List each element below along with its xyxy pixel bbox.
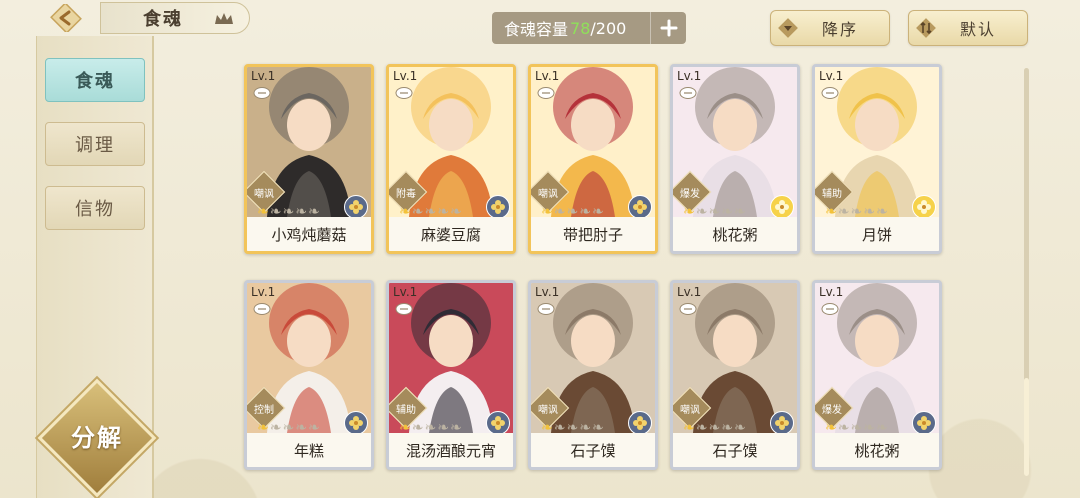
card-name: 麻婆豆腐: [389, 217, 513, 251]
speech-bubble-icon[interactable]: [679, 87, 697, 101]
sort-default-button[interactable]: 默认: [908, 10, 1028, 46]
page-title-tab: 食魂: [100, 2, 250, 34]
card-name: 石子馍: [673, 433, 797, 467]
sidebar-item-label: 食魂: [75, 71, 115, 92]
card[interactable]: Lv.1 嘲讽 ❧ ❧ ❧ ❧ ❧ 石子馍: [528, 280, 658, 470]
flower-badge-icon: [344, 411, 368, 435]
speech-bubble-icon[interactable]: [395, 87, 413, 101]
speech-bubble-icon[interactable]: [537, 303, 555, 317]
scrollbar-thumb[interactable]: [1024, 378, 1029, 476]
flower-badge-icon: [344, 195, 368, 219]
card[interactable]: Lv.1 控制 ❧ ❧ ❧ ❧ ❧ 年糕: [244, 280, 374, 470]
back-arrow-icon: [50, 4, 82, 32]
role-label: 嘲讽: [538, 405, 558, 416]
role-label: 辅助: [396, 405, 416, 416]
card-name: 月饼: [815, 217, 939, 251]
sort-order-button[interactable]: 降序: [770, 10, 890, 46]
capacity-max: /200: [590, 18, 627, 38]
card-name: 石子馍: [531, 433, 655, 467]
sidebar-item-label: 信物: [75, 199, 115, 220]
sidebar-item-label: 调理: [75, 135, 115, 156]
card[interactable]: Lv.1 爆发 ❧ ❧ ❧ ❧ ❧ 桃花粥: [670, 64, 800, 254]
speech-bubble-icon[interactable]: [537, 87, 555, 101]
speech-bubble-icon[interactable]: [253, 87, 271, 101]
decompose-label: 分解: [71, 424, 123, 452]
role-label: 附毒: [396, 189, 416, 200]
level-label: Lv.1: [677, 69, 702, 83]
role-label: 爆发: [680, 189, 700, 200]
card[interactable]: Lv.1 辅助 ❧ ❧ ❧ ❧ ❧ 月饼: [812, 64, 942, 254]
card[interactable]: Lv.1 嘲讽 ❧ ❧ ❧ ❧ ❧ 石子馍: [670, 280, 800, 470]
card-name: 年糕: [247, 433, 371, 467]
flower-badge-icon: [770, 411, 794, 435]
speech-bubble-icon[interactable]: [679, 303, 697, 317]
sort-down-icon: [778, 18, 798, 38]
role-label: 嘲讽: [680, 405, 700, 416]
crown-icon: [215, 13, 233, 24]
card-name: 小鸡炖蘑菇: [247, 217, 371, 251]
sort-default-label: 默认: [959, 20, 996, 39]
level-label: Lv.1: [393, 285, 418, 299]
role-label: 辅助: [822, 189, 842, 200]
add-capacity-button[interactable]: [650, 12, 686, 44]
card-name: 桃花粥: [673, 217, 797, 251]
flower-badge-icon: [486, 195, 510, 219]
role-label: 嘲讽: [254, 189, 274, 200]
level-label: Lv.1: [819, 69, 844, 83]
card-name: 带把肘子: [531, 217, 655, 251]
card[interactable]: Lv.1 嘲讽 ❧ ❧ ❧ ❧ ❧ 带把肘子: [528, 64, 658, 254]
back-button[interactable]: [44, 3, 90, 33]
speech-bubble-icon[interactable]: [253, 303, 271, 317]
level-label: Lv.1: [677, 285, 702, 299]
sort-order-label: 降序: [821, 20, 858, 39]
card[interactable]: Lv.1 嘲讽 ❧ ❧ ❧ ❧ ❧ 小鸡炖蘑菇: [244, 64, 374, 254]
capacity-current: 78: [570, 18, 591, 38]
flower-badge-icon: [486, 411, 510, 435]
card[interactable]: Lv.1 附毒 ❧ ❧ ❧ ❧ ❧ 麻婆豆腐: [386, 64, 516, 254]
card[interactable]: Lv.1 辅助 ❧ ❧ ❧ ❧ ❧ 混汤酒酿元宵: [386, 280, 516, 470]
top-bar: 食魂 食魂容量 78 /200 降序 默认: [0, 0, 1080, 52]
level-label: Lv.1: [393, 69, 418, 83]
capacity-label: 食魂容量: [504, 20, 569, 39]
capacity-display: 食魂容量 78 /200: [492, 12, 686, 44]
sidebar-item-food-soul[interactable]: 食魂: [45, 58, 145, 102]
flower-badge-icon: [770, 195, 794, 219]
flower-badge-icon: [628, 411, 652, 435]
level-label: Lv.1: [251, 69, 276, 83]
level-label: Lv.1: [535, 285, 560, 299]
role-label: 嘲讽: [538, 189, 558, 200]
sidebar-item-token[interactable]: 信物: [45, 186, 145, 230]
level-label: Lv.1: [819, 285, 844, 299]
speech-bubble-icon[interactable]: [395, 303, 413, 317]
flower-badge-icon: [912, 411, 936, 435]
card[interactable]: Lv.1 爆发 ❧ ❧ ❧ ❧ ❧ 桃花粥: [812, 280, 942, 470]
page-title: 食魂: [143, 9, 183, 30]
level-label: Lv.1: [251, 285, 276, 299]
flower-badge-icon: [628, 195, 652, 219]
role-label: 控制: [254, 405, 274, 416]
sidebar-item-cooking[interactable]: 调理: [45, 122, 145, 166]
scrollbar[interactable]: [1024, 68, 1029, 476]
card-name: 桃花粥: [815, 433, 939, 467]
level-label: Lv.1: [535, 69, 560, 83]
speech-bubble-icon[interactable]: [821, 87, 839, 101]
flower-badge-icon: [912, 195, 936, 219]
speech-bubble-icon[interactable]: [821, 303, 839, 317]
role-label: 爆发: [822, 405, 842, 416]
card-name: 混汤酒酿元宵: [389, 433, 513, 467]
plus-icon: [660, 19, 677, 37]
sort-arrows-icon: [916, 18, 936, 38]
